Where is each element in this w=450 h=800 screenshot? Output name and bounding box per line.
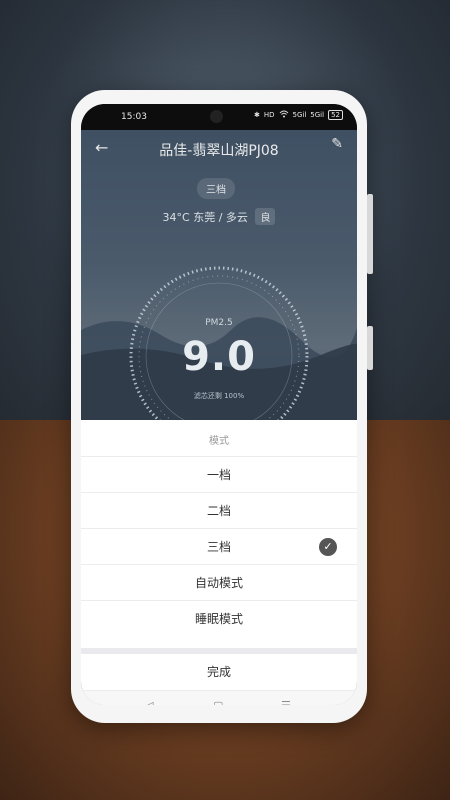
nav-home-icon[interactable]: ▢ [213, 699, 223, 705]
side-button-volume [367, 326, 373, 370]
bluetooth-icon: ✱ [253, 111, 260, 119]
done-button[interactable]: 完成 [81, 654, 357, 690]
signal-icon-1: 5Gil [292, 111, 307, 119]
pm25-value: 9.0 [182, 334, 256, 380]
nav-menu-icon[interactable]: ☰ [281, 699, 291, 705]
gauge-label: PM2.5 [205, 318, 233, 328]
mode-option-auto[interactable]: 自动模式 [81, 564, 357, 601]
device-title: 品佳-翡翠山湖PJ08 [159, 143, 279, 159]
status-time: 15:03 [121, 112, 147, 122]
status-icons: ✱ HD 5Gil 5Gil 52 [254, 110, 343, 120]
status-bar: 15:03 ✱ HD 5Gil 5Gil 52 [81, 104, 357, 130]
sheet-title: 模式 [209, 436, 229, 447]
filter-status: 滤芯还剩 100% [193, 392, 245, 400]
mode-bottom-sheet: 模式 一档 二档 三档 ✓ 自动模式 睡眠模式 完成 ◁ ▢ ☰ [81, 420, 357, 705]
air-quality-badge: 良 [255, 208, 276, 225]
weather-info: 34°C 东莞 / 多云 良 [81, 208, 357, 225]
mode-option-3[interactable]: 三档 ✓ [81, 528, 357, 565]
temperature: 34°C [162, 211, 190, 224]
mode-option-2[interactable]: 二档 [81, 492, 357, 529]
mode-option-label: 三档 [206, 540, 231, 554]
mode-option-label: 二档 [206, 504, 231, 518]
battery-icon: 52 [328, 110, 343, 120]
mode-option-sleep[interactable]: 睡眠模式 [81, 600, 357, 637]
mode-option-label: 一档 [206, 468, 231, 482]
phone-frame: 15:03 ✱ HD 5Gil 5Gil 52 ← 品佳-翡翠山湖PJ08 ✎ … [71, 90, 373, 723]
edit-icon[interactable]: ✎ [331, 136, 343, 152]
signal-icon-2: 5Gil [310, 111, 325, 119]
location-weather: 东莞 / 多云 [193, 211, 248, 224]
nav-back-icon[interactable]: ◁ [145, 699, 153, 705]
hd-icon: HD [263, 111, 275, 119]
current-mode-pill: 三档 [197, 178, 235, 199]
system-nav-bar: ◁ ▢ ☰ [81, 690, 357, 705]
check-icon: ✓ [319, 538, 337, 556]
phone-screen: 15:03 ✱ HD 5Gil 5Gil 52 ← 品佳-翡翠山湖PJ08 ✎ … [81, 104, 357, 705]
mode-option-label: 睡眠模式 [194, 612, 243, 626]
mode-option-1[interactable]: 一档 [81, 456, 357, 493]
mode-option-label: 自动模式 [194, 576, 243, 590]
side-button-power [367, 194, 373, 274]
wifi-icon [279, 110, 289, 120]
front-camera-icon [210, 110, 223, 123]
